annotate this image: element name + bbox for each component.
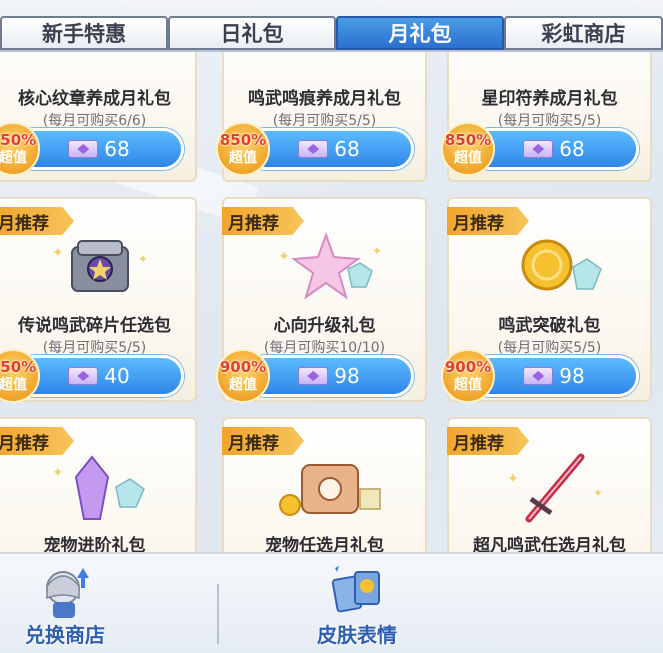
svg-text:✦: ✦ (593, 486, 603, 500)
pack-name: 心向升级礼包 (273, 316, 376, 336)
pack-name: 核心纹章养成月礼包 (18, 89, 171, 109)
pack-card[interactable]: 月推荐 ✦ 宠物进阶礼包 (0, 417, 197, 552)
tab-rainbow-shop[interactable]: 彩虹商店 (504, 16, 663, 50)
pack-card[interactable]: 月推荐 ✦ ✦ 传说鸣武碎片任选包 (每月可购买5/5) 40 850%超值 (0, 197, 197, 403)
pack-name: 宠物进阶礼包 (43, 536, 146, 552)
gold-coin-crystal-icon (521, 239, 602, 291)
tab-monthly[interactable]: 月礼包 (336, 16, 504, 50)
value-badge: 850%超值 (216, 122, 270, 176)
value-badge: 900% 超值 (441, 349, 495, 403)
pack-name: 宠物任选月礼包 (265, 536, 384, 552)
pack-name: 传说鸣武碎片任选包 (18, 316, 171, 336)
svg-text:✦: ✦ (278, 249, 290, 265)
svg-text:✦: ✦ (507, 471, 519, 487)
pack-name: 鸣武突破礼包 (498, 316, 601, 336)
legend-fragment-chest-icon: ✦ ✦ (52, 240, 148, 292)
skin-emote-button[interactable]: 皮肤表情 (282, 562, 432, 652)
bottom-nav: 兑换商店 皮肤表情 (0, 552, 663, 653)
crystal-star-icon: ✦ ✦ (278, 232, 382, 300)
exchange-shop-button[interactable]: 兑换商店 (0, 562, 140, 652)
ticket-icon (523, 140, 554, 158)
pack-name: 星印符养成月礼包 (481, 89, 618, 109)
pack-name: 鸣武鸣痕养成月礼包 (248, 89, 401, 109)
tab-daily[interactable]: 日礼包 (168, 16, 336, 50)
ticket-icon (68, 140, 99, 158)
nav-divider (217, 584, 219, 644)
pack-card[interactable]: 月推荐 宠物任选月礼包 (222, 417, 427, 552)
tab-newbie[interactable]: 新手特惠 (0, 16, 168, 50)
ticket-icon (68, 367, 99, 385)
pet-box-coins-icon (279, 464, 381, 516)
value-badge: 900% 超值 (216, 349, 270, 403)
pack-card[interactable]: 核心纹章养成月礼包 (每月可购买6/6) 68 850%超值 (0, 52, 197, 182)
ticket-icon (298, 367, 329, 385)
pack-card[interactable]: 星印符养成月礼包 (每月可购买5/5) 68 850% 超值 (441, 52, 652, 182)
pack-card[interactable]: 月推荐 鸣武突破礼包 (每月可购买5/5) 98 900% 超值 (441, 197, 652, 403)
ticket-icon (298, 140, 329, 158)
tab-bar: 新手特惠 日礼包 月礼包 彩虹商店 (0, 0, 663, 52)
purple-gem-icon: ✦ (52, 455, 145, 520)
pack-grid: 核心纹章养成月礼包 (每月可购买6/6) 68 850%超值 鸣武鸣痕养成月礼包… (0, 52, 663, 552)
svg-text:✦: ✦ (138, 252, 148, 266)
skin-emote-label: 皮肤表情 (317, 623, 397, 647)
svg-text:✦: ✦ (372, 244, 382, 258)
pack-card[interactable]: 月推荐 ✦ ✦ 超凡鸣武任选月礼包 (447, 417, 652, 552)
skin-cards-icon (331, 566, 380, 613)
svg-text:✦: ✦ (52, 245, 64, 261)
value-badge: 850%超值 (441, 122, 495, 176)
exchange-shop-label: 兑换商店 (25, 623, 105, 647)
svg-text:✦: ✦ (52, 465, 64, 481)
pack-card[interactable]: 鸣武鸣痕养成月礼包 (每月可购买5/5) 68 850% 超值 (216, 52, 427, 182)
character-avatar-icon (46, 568, 89, 618)
pack-name: 超凡鸣武任选月礼包 (473, 536, 626, 552)
ticket-icon (523, 367, 554, 385)
pack-card[interactable]: 月推荐 ✦ ✦ 心向升级礼包 (每月可购买10/10) 98 900% 超值 (216, 197, 427, 403)
red-sword-icon: ✦ ✦ (507, 453, 603, 523)
